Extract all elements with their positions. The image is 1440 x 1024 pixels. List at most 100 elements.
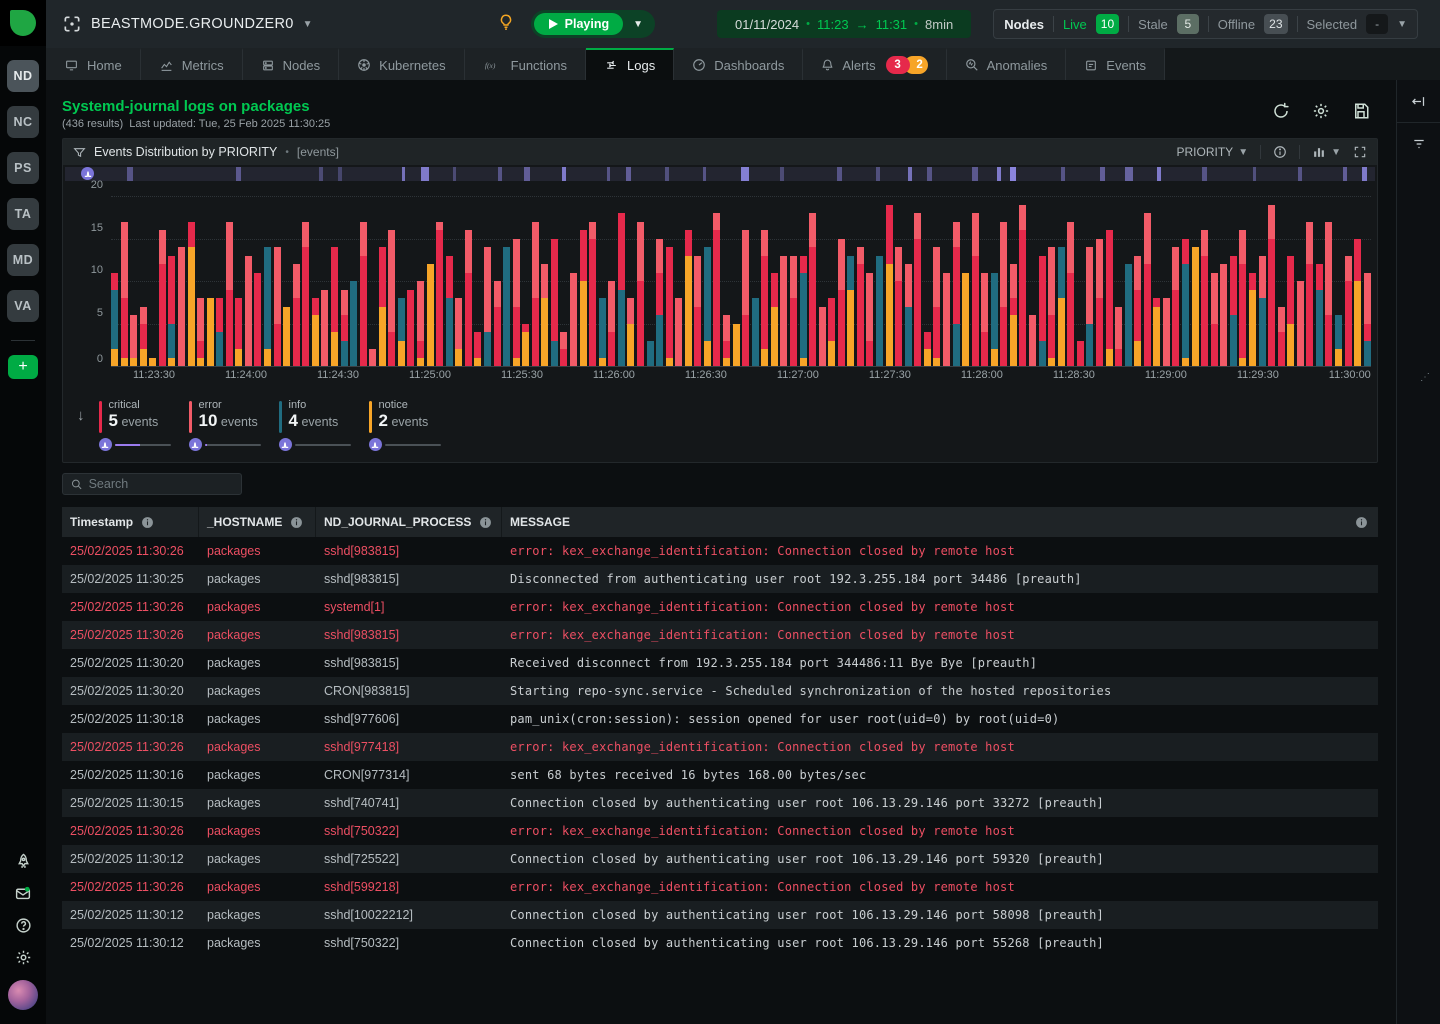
stacked-bar[interactable]: [914, 213, 921, 366]
stacked-bar[interactable]: [1278, 307, 1285, 367]
stacked-bar[interactable]: [752, 298, 759, 366]
stacked-bar[interactable]: [226, 222, 233, 367]
tab-kubernetes[interactable]: Kubernetes: [339, 48, 465, 80]
stacked-bar[interactable]: [656, 239, 663, 367]
stacked-bar[interactable]: [866, 273, 873, 367]
stacked-bar[interactable]: [1354, 239, 1361, 367]
stacked-bar[interactable]: [1058, 247, 1065, 366]
stacked-bar[interactable]: [1325, 222, 1332, 367]
table-row[interactable]: 25/02/2025 11:30:12packagessshd[750322]C…: [62, 929, 1378, 957]
chart-info-icon[interactable]: [1273, 145, 1287, 159]
user-avatar[interactable]: [8, 980, 38, 1010]
stacked-bar[interactable]: [819, 307, 826, 367]
stacked-bar[interactable]: [264, 247, 271, 366]
logs-search[interactable]: [62, 473, 242, 495]
stacked-bar[interactable]: [522, 324, 529, 367]
col-hostname[interactable]: _HOSTNAME: [199, 507, 316, 537]
filter-icon[interactable]: [1397, 123, 1440, 165]
stacked-bar[interactable]: [580, 230, 587, 366]
stacked-bar[interactable]: [1163, 298, 1170, 366]
stacked-bar[interactable]: [360, 222, 367, 367]
stacked-bar[interactable]: [608, 281, 615, 366]
stacked-bar[interactable]: [991, 273, 998, 367]
stacked-bar[interactable]: [1096, 239, 1103, 367]
stacked-bar[interactable]: [1010, 264, 1017, 366]
stacked-bar[interactable]: [1172, 247, 1179, 366]
table-row[interactable]: 25/02/2025 11:30:26packagessshd[750322]e…: [62, 817, 1378, 845]
stacked-bar[interactable]: [1182, 239, 1189, 367]
stacked-bar[interactable]: [1048, 247, 1055, 366]
col-message[interactable]: MESSAGE: [502, 507, 1348, 537]
stacked-bar[interactable]: [1345, 256, 1352, 367]
stacked-bar[interactable]: [321, 290, 328, 367]
resize-grip-icon[interactable]: ⋰: [1420, 372, 1429, 383]
stacked-bar[interactable]: [857, 247, 864, 366]
stacked-bar[interactable]: [1029, 315, 1036, 366]
info-icon[interactable]: [290, 516, 303, 529]
stacked-bar[interactable]: [188, 222, 195, 367]
tab-metrics[interactable]: Metrics: [141, 48, 243, 80]
add-space-button[interactable]: +: [8, 355, 38, 379]
collapse-panel-icon[interactable]: [1397, 80, 1440, 122]
stacked-bar[interactable]: [1106, 230, 1113, 366]
stacked-bar[interactable]: [551, 239, 558, 367]
stacked-bar[interactable]: [771, 273, 778, 367]
col-timestamp[interactable]: Timestamp: [62, 507, 199, 537]
stacked-bar[interactable]: [1220, 264, 1227, 366]
table-row[interactable]: 25/02/2025 11:30:15packagessshd[740741]C…: [62, 789, 1378, 817]
legend-item-info[interactable]: info4 events: [279, 399, 369, 451]
stacked-bar[interactable]: [1239, 230, 1246, 366]
stacked-bar[interactable]: [455, 298, 462, 366]
space-item-nc[interactable]: NC: [7, 106, 39, 138]
stacked-bar[interactable]: [407, 290, 414, 367]
stacked-bar[interactable]: [369, 349, 376, 366]
stacked-bar[interactable]: [140, 307, 147, 367]
space-item-ta[interactable]: TA: [7, 198, 39, 230]
stacked-bar[interactable]: [1019, 205, 1026, 367]
stacked-bar[interactable]: [560, 332, 567, 366]
col-process[interactable]: ND_JOURNAL_PROCESS: [316, 507, 502, 537]
stacked-bar[interactable]: [627, 298, 634, 366]
stacked-bar[interactable]: [685, 230, 692, 366]
stacked-bar[interactable]: [704, 247, 711, 366]
search-input[interactable]: [89, 477, 233, 491]
stacked-bar[interactable]: [503, 247, 510, 366]
stacked-bar[interactable]: [1144, 213, 1151, 366]
table-row[interactable]: 25/02/2025 11:30:12packagessshd[725522]C…: [62, 845, 1378, 873]
tab-dashboards[interactable]: Dashboards: [674, 48, 803, 80]
stacked-bar[interactable]: [666, 247, 673, 366]
space-item-ps[interactable]: PS: [7, 152, 39, 184]
table-row[interactable]: 25/02/2025 11:30:20packagessshd[983815]R…: [62, 649, 1378, 677]
stacked-bar[interactable]: [953, 222, 960, 367]
table-row[interactable]: 25/02/2025 11:30:26packagessshd[977418]e…: [62, 733, 1378, 761]
chart-settings-gear-icon[interactable]: [1312, 102, 1330, 120]
stacked-bar[interactable]: [905, 264, 912, 366]
stacked-bar[interactable]: [589, 222, 596, 367]
anomaly-icon[interactable]: [81, 167, 94, 180]
stacked-bar[interactable]: [1297, 281, 1304, 366]
tab-anomalies[interactable]: Anomalies: [947, 48, 1067, 80]
stacked-bar[interactable]: [1077, 341, 1084, 367]
stacked-bar[interactable]: [111, 273, 118, 367]
time-range-picker[interactable]: 01/11/2024 • 11:23 → 11:31 • 8min: [717, 10, 971, 38]
table-row[interactable]: 25/02/2025 11:30:26packagessshd[983815]e…: [62, 537, 1378, 565]
stacked-bar[interactable]: [350, 281, 357, 366]
space-item-md[interactable]: MD: [7, 244, 39, 276]
stacked-bar[interactable]: [1335, 315, 1342, 366]
stacked-bar[interactable]: [532, 222, 539, 367]
stacked-bar[interactable]: [398, 298, 405, 366]
settings-gear-icon[interactable]: [0, 942, 46, 972]
playing-pill[interactable]: Playing: [534, 13, 623, 35]
stacked-bar[interactable]: [933, 247, 940, 366]
stacked-bar[interactable]: [761, 230, 768, 366]
info-icon[interactable]: [479, 516, 492, 529]
stacked-bar[interactable]: [838, 239, 845, 367]
stacked-bar[interactable]: [886, 205, 893, 367]
stacked-bar[interactable]: [1306, 222, 1313, 367]
stacked-bar[interactable]: [1000, 222, 1007, 367]
stacked-bar[interactable]: [341, 290, 348, 367]
table-row[interactable]: 25/02/2025 11:30:25packagessshd[983815]D…: [62, 565, 1378, 593]
stacked-bar[interactable]: [216, 298, 223, 366]
stacked-bar[interactable]: [417, 281, 424, 366]
tab-alerts[interactable]: Alerts32: [803, 48, 946, 80]
